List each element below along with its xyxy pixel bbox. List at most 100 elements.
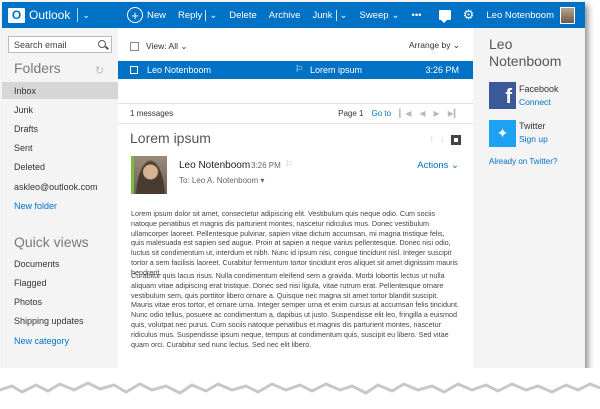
junk-divider [335, 9, 337, 21]
next-page-icon[interactable]: ▶ [434, 109, 440, 118]
quick-view-shipping[interactable]: Shipping updates [2, 312, 118, 329]
next-message-icon[interactable]: ↓ [440, 134, 445, 145]
chevron-down-icon[interactable]: ⌄ [82, 10, 90, 21]
message-count: 1 messages [130, 109, 174, 118]
chevron-down-icon[interactable]: ⌄ [209, 10, 217, 21]
reading-controls: ↑ ↓ [423, 134, 461, 145]
search-placeholder: Search email [14, 39, 67, 50]
chevron-down-icon[interactable]: ▾ [260, 176, 264, 185]
recipients-text: To: Leo A. Notenboom [179, 176, 259, 185]
sweep-button[interactable]: Sweep ⌄ [359, 10, 399, 21]
new-folder-link[interactable]: New folder [2, 197, 118, 214]
previous-message-icon[interactable]: ↑ [429, 134, 434, 145]
new-button[interactable]: + New [127, 7, 166, 23]
gear-icon[interactable]: ⚙ [463, 7, 475, 23]
first-page-icon[interactable]: ▎◀ [399, 109, 411, 118]
folder-inbox[interactable]: Inbox [2, 82, 118, 99]
popout-icon[interactable] [451, 134, 461, 145]
command-bar: + New Reply ⌄ Delete Archive Junk ⌄ Swee… [127, 2, 434, 28]
message-subject: Lorem ipsum [310, 65, 363, 75]
quick-view-documents[interactable]: Documents [2, 255, 118, 272]
prev-page-icon[interactable]: ◀ [419, 109, 425, 118]
twitter-signup-link[interactable]: Sign up [519, 134, 548, 144]
reply-divider [205, 9, 207, 21]
contact-name: Leo Notenboom [489, 36, 562, 69]
facebook-label: Facebook [519, 84, 559, 94]
new-category-link[interactable]: New category [2, 332, 118, 349]
refresh-icon[interactable]: ↻ [95, 64, 104, 77]
message-checkbox[interactable] [130, 66, 138, 74]
list-header: View: All ⌄ Arrange by ⌄ [130, 40, 460, 52]
already-on-twitter-link[interactable]: Already on Twitter? [489, 157, 557, 166]
chevron-down-icon: ⌄ [391, 9, 400, 21]
new-label: New [147, 9, 167, 21]
chat-icon[interactable] [438, 10, 451, 23]
facebook-icon[interactable]: f [489, 82, 516, 109]
junk-button[interactable]: Junk ⌄ [312, 9, 348, 21]
delete-button[interactable]: Delete [229, 10, 256, 21]
actions-label: Actions [417, 160, 449, 171]
logo-divider [77, 8, 79, 22]
flag-icon[interactable]: ⚐ [295, 64, 303, 75]
view-filter-label: View: All [146, 40, 178, 51]
list-divider [118, 103, 473, 104]
folders-heading: Folders [14, 60, 61, 76]
twitter-icon[interactable]: ✦ [489, 120, 516, 147]
left-sidebar: Search email Folders ↻ Inbox Junk Drafts… [2, 28, 118, 382]
chevron-down-icon: ⌄ [451, 160, 459, 171]
quick-view-photos[interactable]: Photos [2, 293, 118, 310]
reply-button[interactable]: Reply ⌄ [178, 9, 217, 21]
sweep-label: Sweep [359, 9, 389, 21]
pager-divider [118, 123, 473, 124]
arrange-by-dropdown[interactable]: Arrange by ⌄ [409, 40, 460, 51]
top-bar: O Outlook ⌄ + New Reply ⌄ Delete Archive… [2, 2, 585, 28]
top-right-controls: ⚙ Leo Notenboom [438, 2, 575, 28]
reading-time: 3:26 PM [251, 161, 281, 170]
pager: 1 messages Page 1 Go to ▎◀ ◀ ▶ ▶▎ [130, 109, 460, 118]
junk-label: Junk [312, 9, 333, 21]
goto-link[interactable]: Go to [371, 109, 391, 118]
quick-view-flagged[interactable]: Flagged [2, 274, 118, 291]
flag-icon[interactable]: ⚐ [285, 159, 293, 170]
message-sender: Leo Notenboom [147, 65, 212, 75]
reading-subject: Lorem ipsum [130, 130, 211, 146]
outlook-window: O Outlook ⌄ + New Reply ⌄ Delete Archive… [2, 2, 585, 382]
outlook-logo-icon: O [8, 7, 25, 23]
chevron-down-icon: ⌄ [452, 40, 460, 50]
sender-photo[interactable] [131, 156, 167, 194]
torn-edge [0, 368, 600, 409]
message-time: 3:26 PM [425, 65, 459, 75]
message-body-paragraph: Curabitur quis lacus risus. Nulla condim… [131, 271, 459, 349]
chevron-down-icon: ⌄ [180, 40, 188, 51]
folder-junk[interactable]: Junk [2, 101, 118, 118]
app-logo[interactable]: O Outlook ⌄ [2, 2, 115, 28]
view-filter-dropdown[interactable]: View: All ⌄ [146, 41, 187, 52]
select-all-checkbox[interactable] [130, 41, 139, 51]
twitter-label: Twitter [519, 121, 546, 131]
pager-controls: Page 1 Go to ▎◀ ◀ ▶ ▶▎ [330, 109, 460, 118]
main-pane: View: All ⌄ Arrange by ⌄ Leo Notenboom ⚐… [118, 28, 473, 382]
folder-sent[interactable]: Sent [2, 139, 118, 156]
last-page-icon[interactable]: ▶▎ [448, 109, 460, 118]
reading-recipients: To: Leo A. Notenboom ▾ [179, 176, 264, 185]
search-input[interactable]: Search email [8, 36, 112, 53]
search-icon[interactable] [98, 40, 106, 48]
facebook-connect-link[interactable]: Connect [519, 97, 551, 107]
chevron-down-icon[interactable]: ⌄ [340, 10, 348, 21]
folder-drafts[interactable]: Drafts [2, 120, 118, 137]
folder-account[interactable]: askleo@outlook.com [2, 178, 118, 195]
folder-deleted[interactable]: Deleted [2, 158, 118, 175]
archive-button[interactable]: Archive [269, 10, 301, 21]
arrange-by-label: Arrange by [408, 40, 451, 50]
message-row-selected[interactable]: Leo Notenboom ⚐ Lorem ipsum 3:26 PM [118, 61, 473, 79]
contact-pane: Leo Notenboom f Facebook Connect ✦ Twitt… [473, 28, 585, 382]
reading-sender[interactable]: Leo Notenboom [179, 160, 250, 171]
reply-label: Reply [178, 9, 203, 21]
plus-icon: + [127, 7, 143, 23]
quick-views-heading: Quick views [14, 234, 89, 250]
actions-dropdown[interactable]: Actions ⌄ [417, 160, 459, 171]
app-name: Outlook [29, 8, 71, 22]
avatar[interactable] [560, 6, 575, 24]
more-button[interactable]: ••• [412, 10, 422, 21]
user-name[interactable]: Leo Notenboom [486, 10, 554, 21]
